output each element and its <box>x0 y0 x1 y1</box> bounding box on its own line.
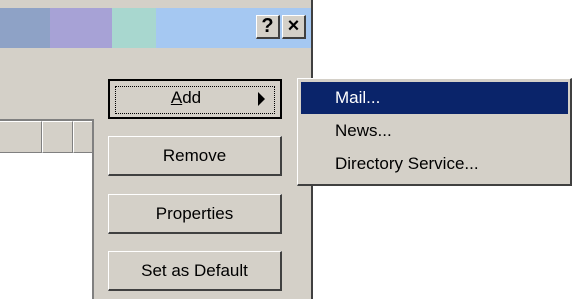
close-button[interactable]: × <box>282 15 306 39</box>
column-header[interactable] <box>0 121 42 153</box>
help-icon: ? <box>261 15 274 37</box>
submenu-arrow-icon <box>258 92 265 106</box>
close-icon: × <box>287 15 300 37</box>
add-button[interactable]: Add <box>108 79 282 119</box>
accounts-dialog: ? × Add Remove Properties Set as Default <box>0 0 313 299</box>
remove-button[interactable]: Remove <box>108 136 282 176</box>
menu-item-directory-service[interactable]: Directory Service... <box>301 148 568 180</box>
properties-button[interactable]: Properties <box>108 194 282 234</box>
list-divider <box>92 119 94 299</box>
help-button[interactable]: ? <box>256 15 280 39</box>
add-popup-menu: Mail... News... Directory Service... <box>297 78 572 186</box>
column-header[interactable] <box>42 121 73 153</box>
set-as-default-button[interactable]: Set as Default <box>108 251 282 291</box>
list-header <box>0 121 94 155</box>
menu-item-mail[interactable]: Mail... <box>301 82 568 114</box>
column-header[interactable] <box>73 121 94 153</box>
menu-item-news[interactable]: News... <box>301 115 568 147</box>
add-button-label: Add <box>170 88 202 107</box>
